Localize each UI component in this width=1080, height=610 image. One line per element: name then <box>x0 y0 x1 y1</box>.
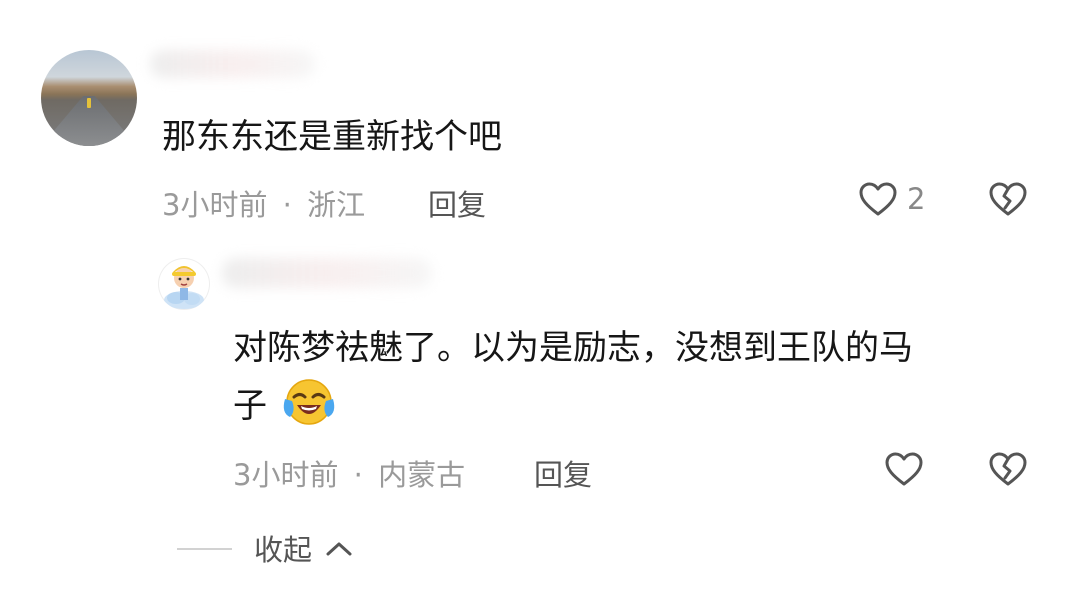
commenter-avatar[interactable] <box>41 50 137 146</box>
reply-comment-meta: 3小时前 · 内蒙古 <box>233 452 465 494</box>
reply-comment-location: 内蒙古 <box>378 458 466 492</box>
reply-commenter-name-blurred[interactable] <box>222 258 432 288</box>
cartoon-boy-avatar-icon <box>164 266 204 309</box>
collapse-label: 收起 <box>254 533 313 567</box>
reply-comment-text-line2-text: 子 <box>233 386 267 426</box>
collapse-divider <box>177 548 232 550</box>
broken-heart-icon <box>989 452 1027 486</box>
reply-commenter-avatar[interactable] <box>158 258 210 310</box>
heart-icon <box>885 452 923 486</box>
reply-comment-time: 3小时前 <box>233 458 339 492</box>
comment-location: 浙江 <box>307 188 366 222</box>
reply-comment-text-line2: 子 <box>233 376 338 436</box>
chevron-up-icon <box>325 539 353 559</box>
meta-separator: · <box>282 188 292 222</box>
avatar-road-line <box>87 98 91 108</box>
meta-separator: · <box>353 458 363 492</box>
reply-dislike-button[interactable] <box>988 450 1028 490</box>
crying-laughing-emoji-icon <box>280 377 338 427</box>
broken-heart-icon <box>989 182 1027 216</box>
heart-icon <box>859 182 897 216</box>
collapse-button[interactable]: 收起 <box>254 527 353 569</box>
like-button[interactable] <box>858 180 898 220</box>
dislike-button[interactable] <box>988 180 1028 220</box>
comment-time: 3小时前 <box>162 188 268 222</box>
reply-comment-reply-button[interactable]: 回复 <box>534 452 592 494</box>
reply-like-button[interactable] <box>884 450 924 490</box>
commenter-name-blurred[interactable] <box>150 50 315 78</box>
comment-text: 那东东还是重新找个吧 <box>162 117 502 157</box>
reply-comment-text-line1: 对陈梦祛魅了。以为是励志，没想到王队的马 <box>233 328 913 368</box>
comment-meta: 3小时前 · 浙江 <box>162 182 365 224</box>
reply-button[interactable]: 回复 <box>428 182 486 224</box>
like-count: 2 <box>907 182 926 216</box>
